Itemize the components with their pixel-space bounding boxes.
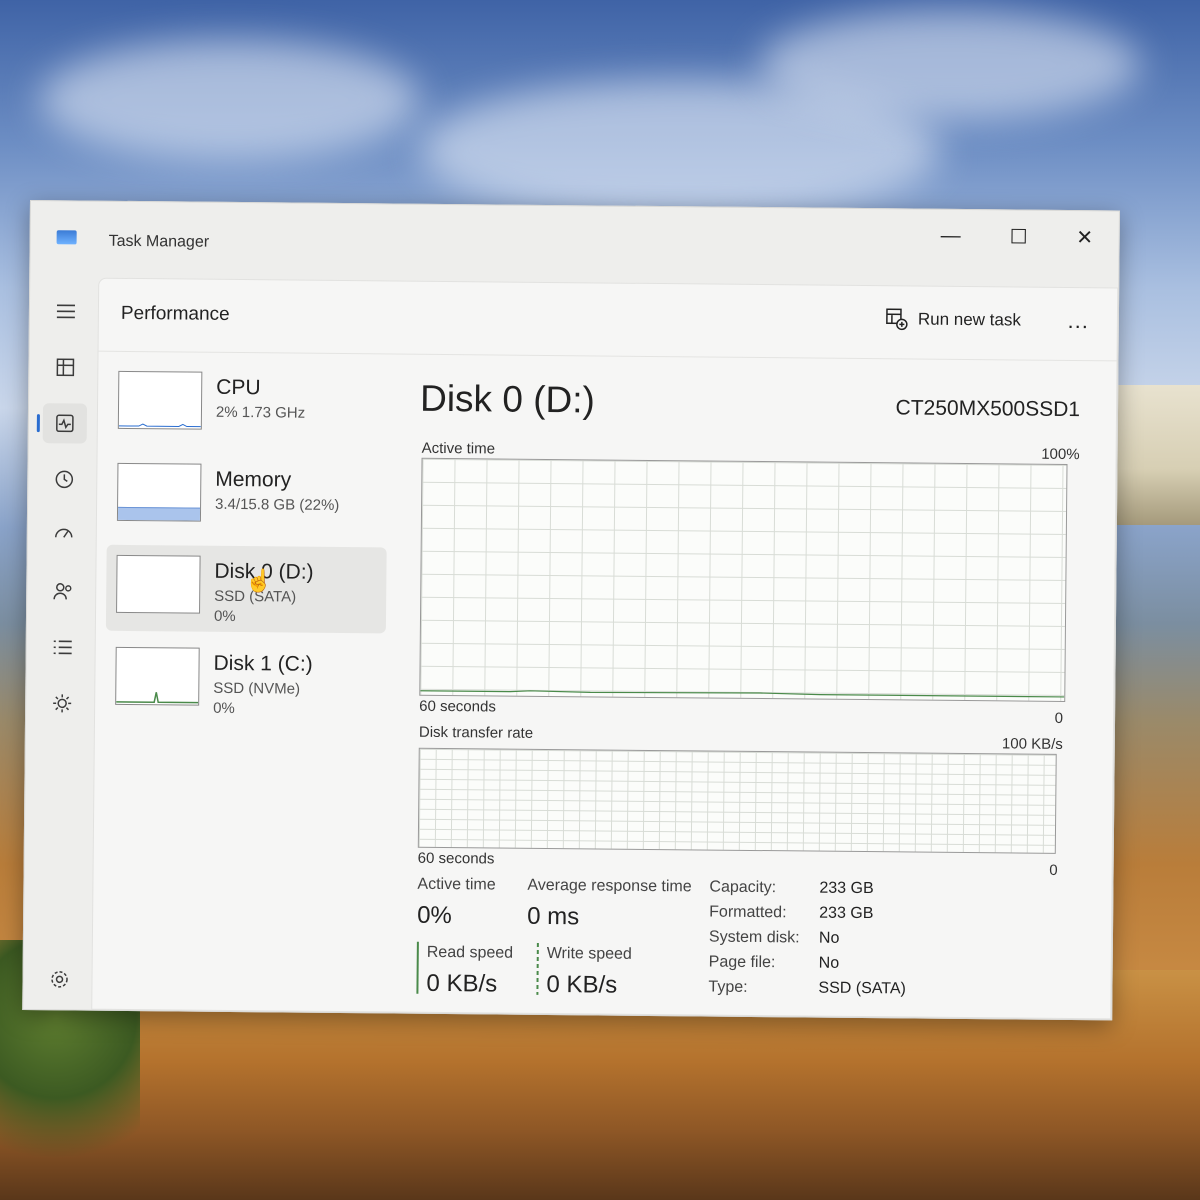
performance-icon [56, 414, 74, 433]
startup-apps-icon [55, 528, 73, 538]
sidebar-item-users[interactable] [41, 571, 85, 611]
memory-thumbnail-graph [116, 462, 202, 522]
transfer-rate-graph-max: 100 KB/s [1001, 735, 1063, 753]
system-disk-label: System disk: [708, 928, 800, 947]
sidebar-item-startup-apps[interactable] [42, 515, 86, 555]
type-value: SSD (SATA) [818, 979, 906, 998]
write-speed-label: Write speed [546, 944, 632, 963]
task-manager-app-icon [56, 230, 77, 245]
more-options-icon: ... [1067, 307, 1090, 334]
task-manager-window: Task Manager — ☐ ✕ Performance Run new t… [22, 200, 1120, 1021]
write-speed-indicator [536, 942, 539, 995]
formatted-label: Formatted: [709, 903, 787, 922]
transfer-rate-graph-x-label: 60 seconds [417, 849, 495, 868]
avg-response-value: 0 ms [527, 902, 580, 931]
hand-cursor-icon: ☝ [245, 568, 273, 593]
run-new-task-icon [886, 308, 908, 331]
transfer-rate-graph-min: 0 [1049, 861, 1058, 879]
close-button[interactable]: ✕ [1065, 219, 1105, 255]
disk-title: Disk 0 (D:) [419, 377, 596, 421]
cloud [760, 10, 1140, 120]
cpu-thumbnail-graph [117, 370, 203, 430]
device-name: CPU [216, 375, 261, 400]
device-name: Memory [215, 467, 292, 492]
active-time-graph-min: 0 [1054, 709, 1064, 727]
device-item-cpu[interactable]: CPU 2% 1.73 GHz [108, 361, 389, 450]
settings-gear-icon [51, 971, 68, 988]
read-speed-value: 0 KB/s [426, 969, 498, 998]
app-history-icon [55, 470, 74, 489]
device-item-disk-1[interactable]: Disk 1 (C:) SSD (NVMe) 0% [105, 637, 386, 726]
device-name: Disk 1 (C:) [213, 651, 313, 676]
device-type: SSD (NVMe) [213, 679, 301, 698]
header-divider [98, 350, 1117, 362]
sidebar-item-details[interactable] [41, 627, 85, 667]
avg-response-label: Average response time [527, 876, 692, 896]
active-time-graph [419, 457, 1068, 702]
users-icon [53, 583, 72, 600]
minimize-icon: — [940, 224, 961, 247]
page-file-label: Page file: [708, 953, 776, 972]
disk-1-thumbnail-graph [115, 646, 200, 706]
capacity-value: 233 GB [819, 879, 874, 898]
close-icon: ✕ [1076, 226, 1094, 249]
read-speed-indicator [416, 941, 419, 994]
type-label: Type: [708, 978, 748, 996]
device-item-memory[interactable]: Memory 3.4/15.8 GB (22%) [107, 453, 388, 542]
services-icon [53, 694, 72, 713]
page-title: Performance [120, 302, 230, 325]
hamburger-menu-button[interactable] [44, 291, 88, 331]
device-usage: 0% [213, 699, 235, 717]
sidebar [23, 273, 100, 1010]
active-time-graph-label: Active time [421, 439, 496, 458]
active-time-graph-max: 100% [1041, 445, 1080, 464]
maximize-button[interactable]: ☐ [999, 218, 1039, 254]
page-file-value: No [818, 954, 840, 972]
processes-icon [56, 358, 75, 377]
sidebar-item-processes[interactable] [43, 347, 87, 387]
write-speed-value: 0 KB/s [546, 970, 618, 999]
hamburger-icon [56, 304, 75, 319]
device-usage: 2% 1.73 GHz [215, 403, 306, 422]
disk-0-thumbnail-graph [116, 554, 201, 614]
active-time-stat-value: 0% [417, 901, 452, 930]
cloud [40, 40, 420, 160]
performance-panel: Performance Run new task ... CPU 2% 1.73… [91, 277, 1119, 1020]
system-disk-value: No [818, 929, 840, 947]
maximize-icon: ☐ [1009, 225, 1028, 249]
run-new-task-button[interactable]: Run new task [886, 308, 1021, 331]
sidebar-item-settings[interactable] [37, 959, 81, 999]
minimize-button[interactable]: — [931, 218, 971, 254]
details-icon [53, 640, 72, 655]
window-title: Task Manager [108, 232, 210, 251]
active-time-stat-label: Active time [417, 875, 496, 894]
device-usage: 0% [213, 607, 236, 625]
sidebar-item-services[interactable] [40, 683, 84, 723]
read-speed-label: Read speed [426, 943, 514, 962]
disk-model: CT250MX500SSD1 [895, 396, 1081, 422]
formatted-value: 233 GB [819, 904, 874, 923]
device-list: CPU 2% 1.73 GHz Memory 3.4/15.8 GB (22%)… [105, 361, 389, 732]
more-options-button[interactable]: ... [1067, 308, 1089, 334]
background-buildings [1110, 385, 1200, 525]
run-new-task-label: Run new task [917, 309, 1021, 330]
transfer-rate-graph-label: Disk transfer rate [418, 723, 534, 742]
capacity-label: Capacity: [709, 878, 777, 897]
active-time-graph-x-label: 60 seconds [419, 697, 496, 716]
title-bar[interactable]: Task Manager — ☐ ✕ [30, 201, 1119, 283]
sidebar-item-app-history[interactable] [42, 459, 86, 499]
transfer-rate-graph [417, 747, 1057, 854]
device-usage: 3.4/15.8 GB (22%) [215, 495, 340, 514]
disk-detail-panel: Disk 0 (D:) CT250MX500SSD1 Active time 1… [416, 364, 1080, 999]
sidebar-item-performance[interactable] [42, 403, 88, 444]
